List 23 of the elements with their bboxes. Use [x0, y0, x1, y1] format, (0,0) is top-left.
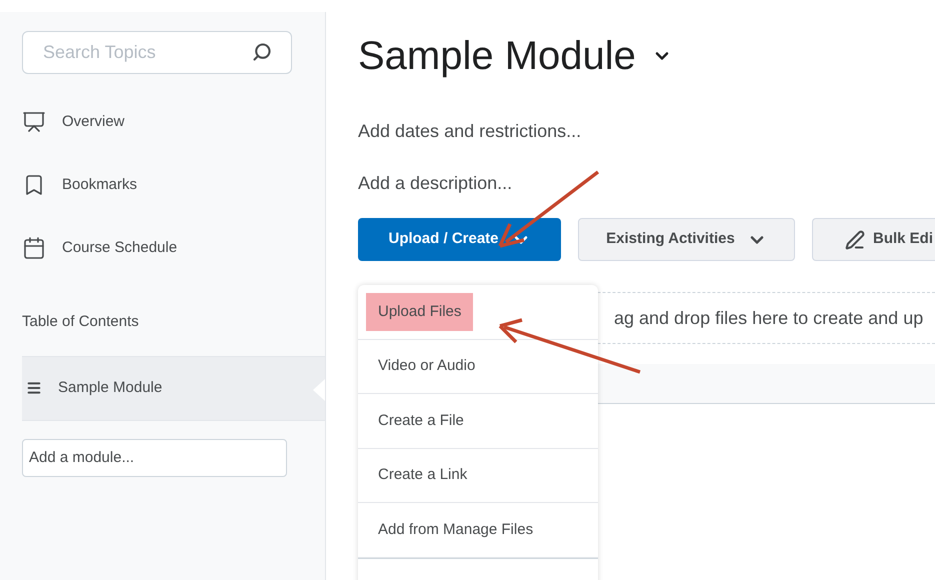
- existing-activities-button[interactable]: Existing Activities: [578, 218, 795, 261]
- nav-item[interactable]: Bookmarks: [62, 174, 138, 196]
- upload-create-button[interactable]: Upload / Create: [358, 218, 561, 261]
- calendar-icon: [22, 236, 46, 260]
- module-item[interactable]: Sample Module: [22, 356, 325, 420]
- menu-item[interactable]: Create a Link: [378, 464, 468, 486]
- section-heading: Table of Contents: [22, 312, 139, 332]
- menu-item[interactable]: Video or Audio: [378, 355, 476, 378]
- presentation-icon: [22, 110, 46, 134]
- nav-item[interactable]: Course Schedule: [62, 236, 178, 260]
- pencil-icon: [845, 230, 865, 250]
- menu-item[interactable]: Upload Files: [366, 292, 474, 331]
- search-icon[interactable]: [252, 42, 272, 62]
- add-link[interactable]: Add dates and restrictions...: [358, 118, 582, 140]
- list-icon: [26, 380, 42, 396]
- search-field[interactable]: Search Topics: [22, 31, 292, 74]
- page-title: Sample Module: [358, 33, 636, 80]
- menu-item[interactable]: Add from Manage Files: [378, 518, 534, 541]
- bulk-edit-button[interactable]: Bulk Edi: [812, 218, 935, 261]
- nav-item[interactable]: Overview: [62, 110, 125, 134]
- menu-item[interactable]: Create a File: [378, 410, 464, 432]
- add-link[interactable]: Add a description...: [358, 170, 512, 192]
- add-module-field[interactable]: Add a module...: [22, 438, 287, 476]
